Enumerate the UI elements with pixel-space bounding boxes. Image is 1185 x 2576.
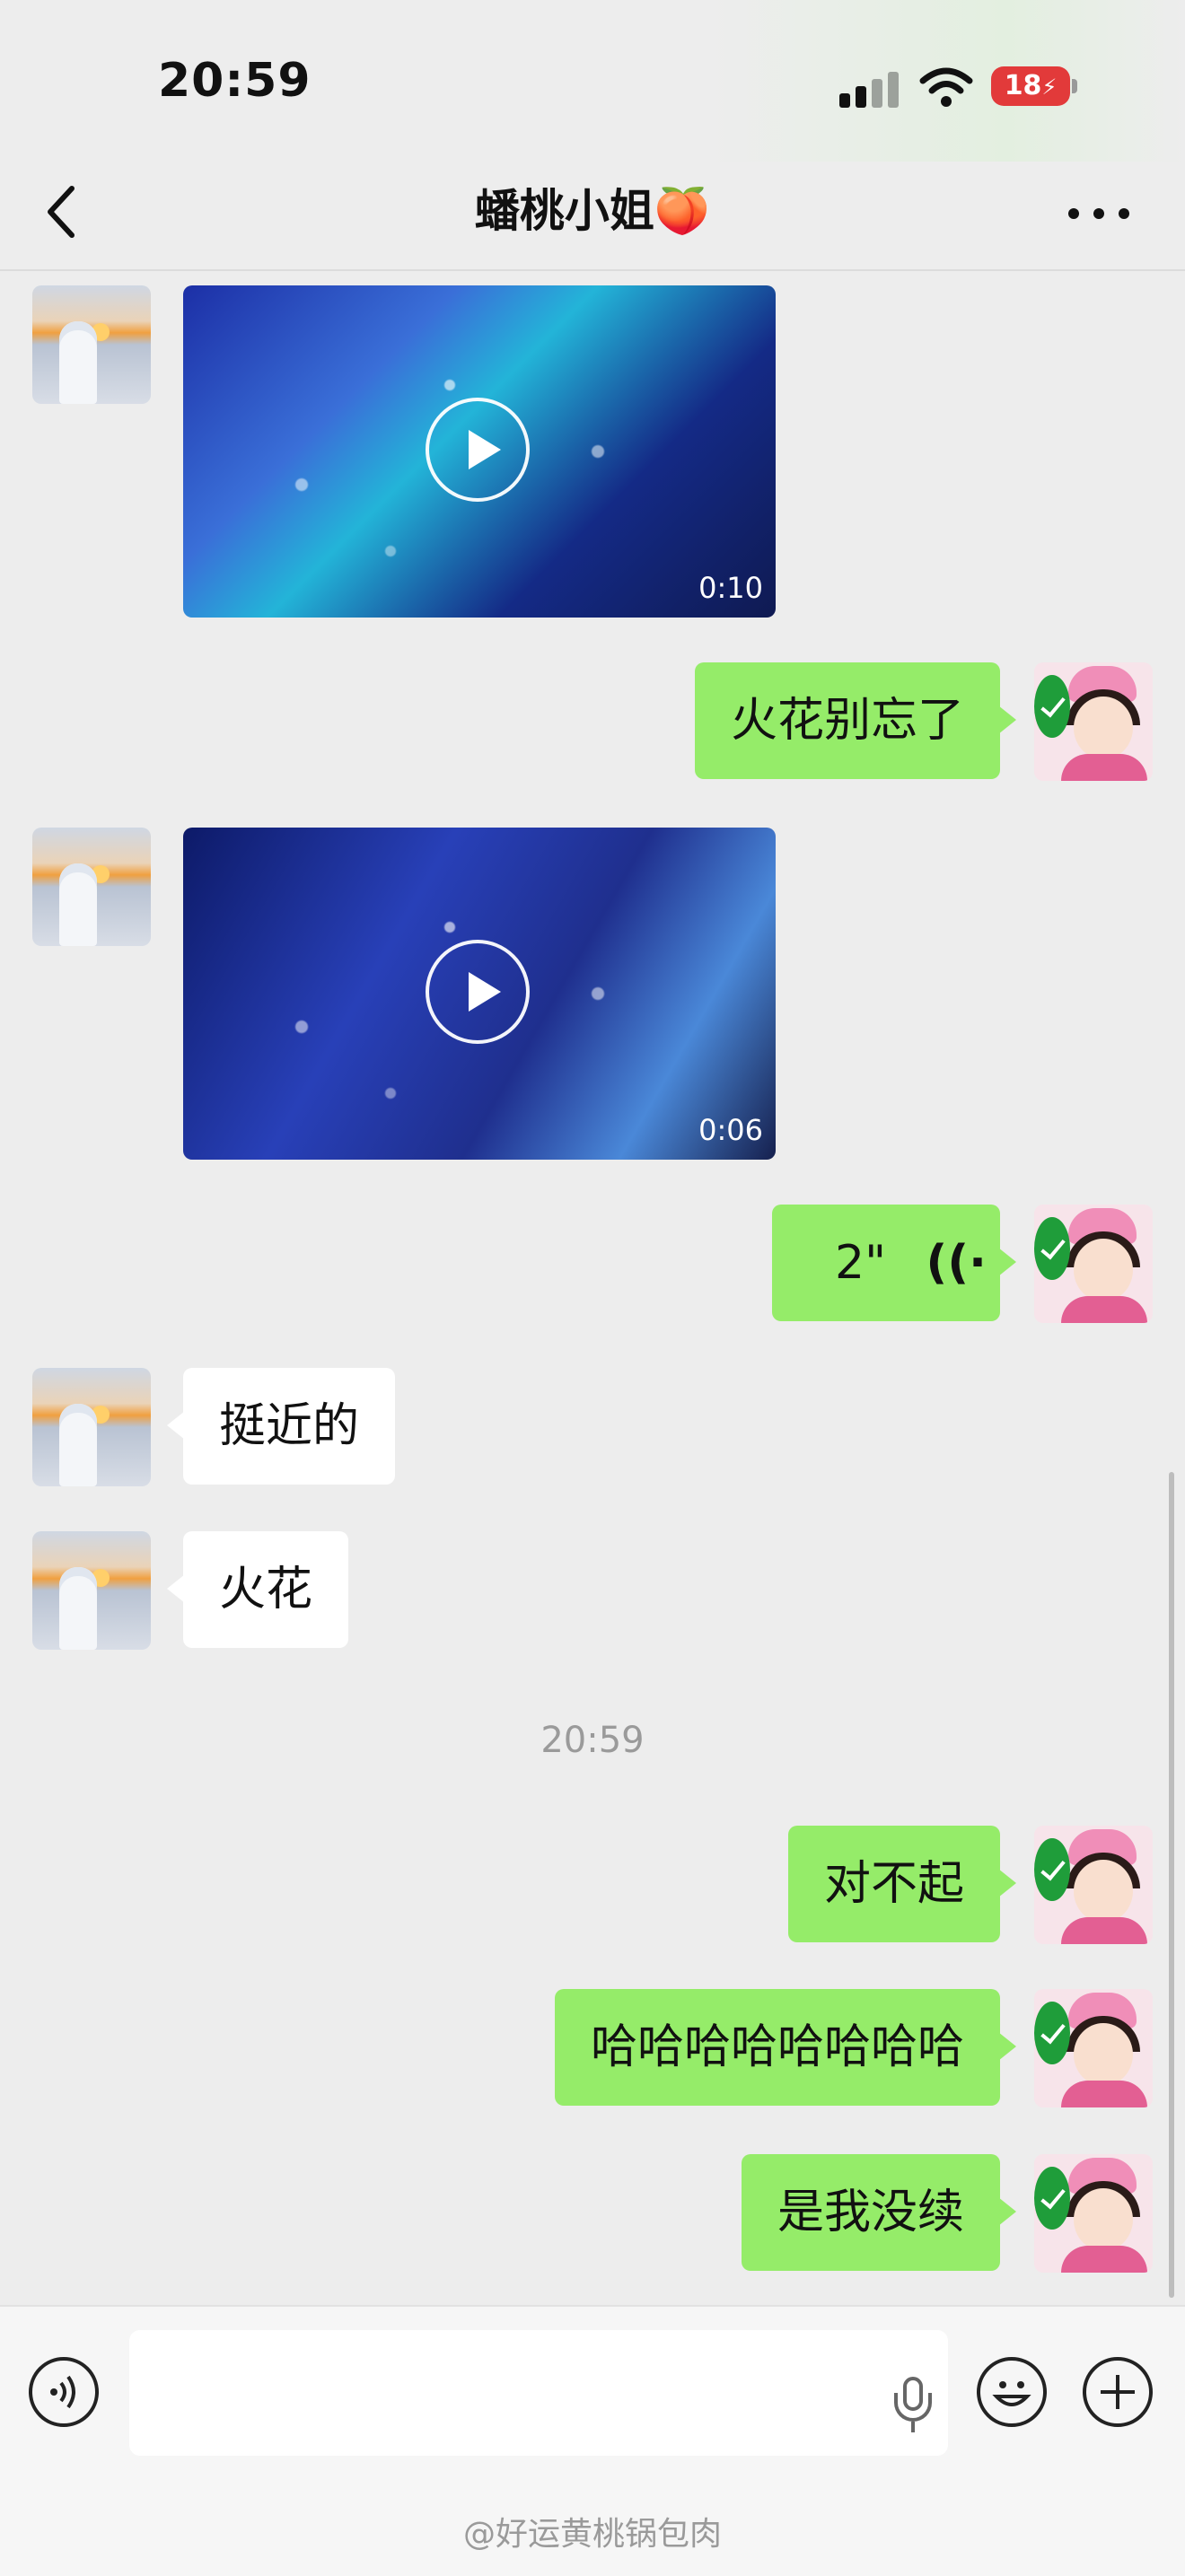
more-options-button[interactable]	[1068, 205, 1133, 223]
received-message-bubble[interactable]: 挺近的	[166, 1368, 396, 1485]
sent-message-bubble[interactable]: 是我没续	[741, 2154, 1017, 2271]
more-functions-button[interactable]	[1083, 2357, 1153, 2427]
sent-message-bubble[interactable]: 哈哈哈哈哈哈哈哈	[554, 1989, 1017, 2106]
weibo-watermark: @好运黄桃锅包肉	[462, 2516, 722, 2553]
video-message[interactable]: 0:06	[183, 828, 776, 1160]
my-avatar[interactable]	[1034, 1826, 1153, 1944]
my-avatar[interactable]	[1034, 1205, 1153, 1323]
status-bar: 20:59 18⚡	[0, 0, 1185, 162]
cellular-signal-icon	[839, 70, 911, 108]
sent-message-bubble[interactable]: 对不起	[787, 1826, 1017, 1942]
video-message[interactable]: 0:10	[183, 285, 776, 618]
microphone-icon[interactable]	[867, 2371, 932, 2432]
my-avatar[interactable]	[1034, 2154, 1153, 2273]
emoji-button[interactable]	[977, 2357, 1047, 2427]
message-timestamp: 20:59	[540, 1720, 645, 1761]
my-avatar[interactable]	[1034, 662, 1153, 781]
contact-avatar[interactable]	[32, 1531, 151, 1650]
voice-wave-icon: ((·	[926, 1236, 987, 1290]
play-icon[interactable]	[426, 398, 530, 502]
battery-cap	[1072, 79, 1077, 93]
my-avatar[interactable]	[1034, 1989, 1153, 2107]
chat-title: 蟠桃小姐🍑	[474, 185, 711, 237]
contact-avatar[interactable]	[32, 828, 151, 946]
battery-level: 18	[1004, 70, 1042, 101]
play-icon[interactable]	[426, 940, 530, 1044]
message-input[interactable]	[129, 2330, 948, 2456]
sent-message-bubble[interactable]: 火花别忘了	[694, 662, 1017, 779]
voice-icon	[50, 2375, 75, 2409]
video-duration: 0:06	[698, 1113, 763, 1147]
back-button[interactable]	[40, 185, 84, 239]
chat-header: 蟠桃小姐🍑	[0, 162, 1185, 271]
contact-avatar[interactable]	[32, 285, 151, 404]
voice-message-bubble[interactable]: 2" ((·	[772, 1205, 1016, 1321]
scrollbar[interactable]	[1169, 1472, 1174, 2298]
voice-duration: 2"	[835, 1236, 887, 1290]
received-message-bubble[interactable]: 火花	[166, 1531, 349, 1648]
status-time: 20:59	[158, 54, 312, 108]
video-duration: 0:10	[698, 571, 763, 605]
emoji-icon	[992, 2381, 1031, 2406]
plus-icon	[1101, 2375, 1135, 2409]
voice-input-toggle-button[interactable]	[29, 2357, 99, 2427]
battery-icon: 18⚡	[991, 66, 1070, 106]
contact-avatar[interactable]	[32, 1368, 151, 1486]
wifi-icon	[919, 65, 973, 110]
